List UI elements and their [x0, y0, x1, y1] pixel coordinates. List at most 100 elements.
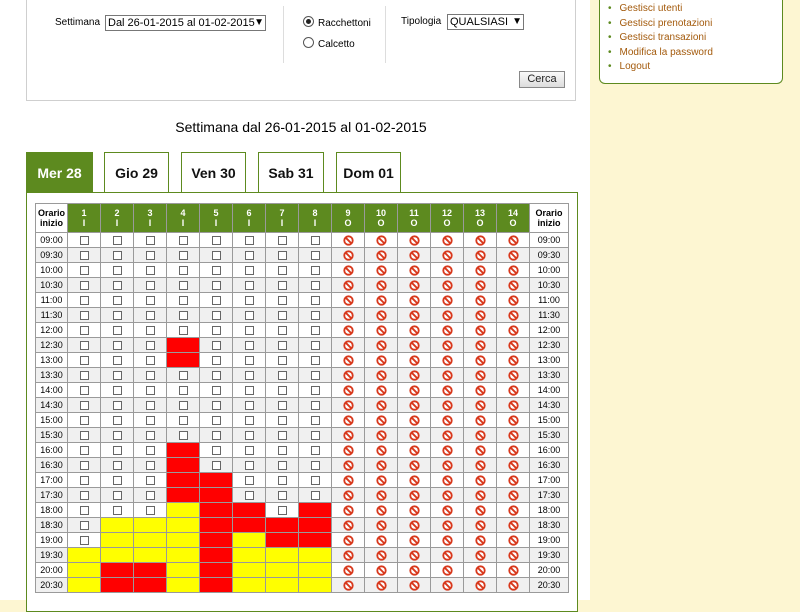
checkbox[interactable] — [178, 296, 188, 306]
slot-free[interactable] — [232, 397, 266, 413]
slot-free[interactable] — [133, 232, 167, 248]
slot-free[interactable] — [298, 427, 332, 443]
slot-free[interactable] — [265, 307, 299, 323]
tab-sab-31[interactable]: Sab 31 — [258, 152, 324, 193]
checkbox[interactable] — [211, 341, 221, 351]
slot-free[interactable] — [67, 442, 101, 458]
slot-free[interactable] — [232, 412, 266, 428]
slot-free[interactable] — [232, 307, 266, 323]
checkbox[interactable] — [112, 461, 122, 471]
checkbox[interactable] — [310, 446, 320, 456]
checkbox[interactable] — [79, 446, 89, 456]
type-select[interactable]: QUALSIASI ▼ — [447, 14, 524, 30]
slot-free[interactable] — [133, 397, 167, 413]
checkbox[interactable] — [145, 491, 155, 501]
slot-free[interactable] — [265, 442, 299, 458]
checkbox[interactable] — [310, 386, 320, 396]
checkbox[interactable] — [277, 446, 287, 456]
checkbox[interactable] — [211, 296, 221, 306]
checkbox[interactable] — [145, 281, 155, 291]
slot-free[interactable] — [100, 487, 134, 503]
checkbox[interactable] — [310, 431, 320, 441]
slot-free[interactable] — [100, 457, 134, 473]
slot-free[interactable] — [166, 292, 200, 308]
checkbox[interactable] — [244, 341, 254, 351]
slot-free[interactable] — [265, 397, 299, 413]
slot-free[interactable] — [298, 367, 332, 383]
slot-free[interactable] — [67, 502, 101, 518]
slot-free[interactable] — [166, 247, 200, 263]
slot-free[interactable] — [265, 502, 299, 518]
checkbox[interactable] — [178, 266, 188, 276]
slot-free[interactable] — [67, 367, 101, 383]
slot-free[interactable] — [100, 307, 134, 323]
checkbox[interactable] — [277, 341, 287, 351]
menu-item-gestisci-transazioni[interactable]: • Gestisci transazioni — [608, 31, 782, 46]
slot-free[interactable] — [67, 307, 101, 323]
slot-free[interactable] — [199, 292, 233, 308]
checkbox[interactable] — [244, 236, 254, 246]
checkbox[interactable] — [277, 431, 287, 441]
slot-free[interactable] — [232, 427, 266, 443]
slot-free[interactable] — [67, 472, 101, 488]
slot-free[interactable] — [298, 307, 332, 323]
slot-free[interactable] — [133, 382, 167, 398]
checkbox[interactable] — [277, 281, 287, 291]
slot-free[interactable] — [100, 502, 134, 518]
checkbox[interactable] — [112, 386, 122, 396]
slot-free[interactable] — [100, 337, 134, 353]
slot-free[interactable] — [265, 292, 299, 308]
slot-free[interactable] — [133, 322, 167, 338]
checkbox[interactable] — [112, 236, 122, 246]
slot-free[interactable] — [166, 412, 200, 428]
checkbox[interactable] — [145, 461, 155, 471]
checkbox[interactable] — [112, 281, 122, 291]
checkbox[interactable] — [112, 296, 122, 306]
slot-free[interactable] — [133, 442, 167, 458]
slot-free[interactable] — [232, 292, 266, 308]
checkbox[interactable] — [277, 506, 287, 516]
slot-free[interactable] — [100, 412, 134, 428]
checkbox[interactable] — [79, 356, 89, 366]
checkbox[interactable] — [211, 311, 221, 321]
checkbox[interactable] — [79, 326, 89, 336]
checkbox[interactable] — [178, 281, 188, 291]
slot-free[interactable] — [100, 472, 134, 488]
checkbox[interactable] — [211, 356, 221, 366]
checkbox[interactable] — [145, 236, 155, 246]
slot-free[interactable] — [232, 337, 266, 353]
slot-free[interactable] — [133, 262, 167, 278]
checkbox[interactable] — [244, 446, 254, 456]
slot-free[interactable] — [232, 457, 266, 473]
slot-free[interactable] — [166, 262, 200, 278]
checkbox[interactable] — [211, 446, 221, 456]
slot-free[interactable] — [67, 532, 101, 548]
checkbox[interactable] — [145, 356, 155, 366]
slot-free[interactable] — [166, 322, 200, 338]
checkbox[interactable] — [310, 356, 320, 366]
slot-free[interactable] — [100, 277, 134, 293]
checkbox[interactable] — [310, 416, 320, 426]
checkbox[interactable] — [79, 266, 89, 276]
checkbox[interactable] — [310, 311, 320, 321]
checkbox[interactable] — [277, 356, 287, 366]
checkbox[interactable] — [211, 431, 221, 441]
checkbox[interactable] — [178, 236, 188, 246]
checkbox[interactable] — [178, 431, 188, 441]
checkbox[interactable] — [277, 416, 287, 426]
slot-free[interactable] — [232, 382, 266, 398]
checkbox[interactable] — [310, 326, 320, 336]
slot-free[interactable] — [133, 352, 167, 368]
checkbox[interactable] — [178, 251, 188, 261]
tab-dom-01[interactable]: Dom 01 — [336, 152, 401, 193]
slot-free[interactable] — [166, 397, 200, 413]
checkbox[interactable] — [79, 296, 89, 306]
checkbox[interactable] — [178, 401, 188, 411]
slot-free[interactable] — [232, 247, 266, 263]
slot-free[interactable] — [298, 442, 332, 458]
slot-free[interactable] — [133, 367, 167, 383]
checkbox[interactable] — [277, 401, 287, 411]
checkbox[interactable] — [145, 506, 155, 516]
checkbox[interactable] — [277, 236, 287, 246]
checkbox[interactable] — [277, 491, 287, 501]
